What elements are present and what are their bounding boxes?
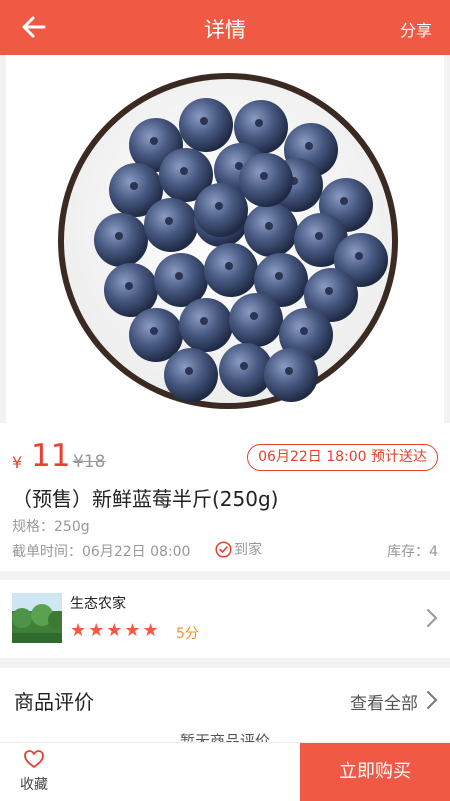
blueberry-crown [165, 217, 173, 225]
blueberry-crown [340, 197, 348, 205]
bottom-bar: 收藏 立即购买 [0, 742, 450, 801]
currency-symbol: ¥ [12, 453, 23, 472]
check-circle-icon [215, 541, 232, 558]
blueberry [264, 348, 318, 402]
blueberry-crown [265, 222, 273, 230]
blueberry-crown [125, 282, 133, 290]
blueberry-crown [150, 327, 158, 335]
blueberry-crown [315, 232, 323, 240]
blueberry-crown [130, 182, 138, 190]
blueberry-crown [240, 362, 248, 370]
blueberry [194, 183, 248, 237]
blueberry-crown [250, 312, 258, 320]
blueberry-crown [325, 287, 333, 295]
blueberry [239, 153, 293, 207]
blueberry-crown [355, 252, 363, 260]
product-name: （预售）新鲜蓝莓半斤(250g) [12, 487, 279, 511]
heart-icon [24, 750, 44, 768]
store-name: 生态农家 [70, 596, 126, 612]
see-all-reviews-link[interactable]: 查看全部 [350, 689, 418, 714]
product-info: ¥ 11 ¥18 06月22日 18:00 预计送达 （预售）新鲜蓝莓半斤(25… [0, 423, 450, 571]
delivery-mode-label: 到家 [234, 542, 262, 558]
favorite-button[interactable]: 收藏 [14, 749, 54, 794]
top-bar: 详情 分享 [0, 0, 450, 55]
rating-score: 5分 [176, 626, 199, 642]
price: 11 [31, 438, 71, 474]
blueberry-crown [200, 117, 208, 125]
blueberry-crown [255, 119, 263, 127]
cutoff-time: 截单时间：06月22日 08:00 [12, 544, 191, 560]
blueberry-crown [215, 202, 223, 210]
reviews-title: 商品评价 [14, 690, 94, 714]
blueberry-crown [275, 272, 283, 280]
product-spec: 规格：250g [12, 519, 90, 535]
delivery-mode: 到家 [215, 539, 262, 559]
favorite-label: 收藏 [20, 777, 48, 793]
blueberry-crown [200, 317, 208, 325]
blueberry-crown [180, 167, 188, 175]
blueberry [94, 213, 148, 267]
blueberry [164, 348, 218, 402]
delivery-badge: 06月22日 18:00 预计送达 [247, 444, 438, 471]
rating-stars: ★★★★★ [70, 620, 161, 641]
blueberry-crown [115, 232, 123, 240]
chevron-right-icon [427, 609, 438, 627]
blueberry-crown [305, 142, 313, 150]
blueberry-crown [185, 367, 193, 375]
blueberry [244, 203, 298, 257]
blueberry-crown [260, 172, 268, 180]
stock: 库存：4 [387, 544, 438, 560]
blueberry-crown [285, 367, 293, 375]
blueberry [179, 298, 233, 352]
blueberry-crown [150, 137, 158, 145]
blueberry-crown [300, 327, 308, 335]
product-image[interactable] [6, 55, 444, 423]
blueberry [179, 98, 233, 152]
blueberry [204, 243, 258, 297]
original-price: ¥18 [73, 452, 106, 472]
blueberry-crown [175, 272, 183, 280]
buy-now-button[interactable]: 立即购买 [300, 743, 450, 801]
share-button[interactable]: 分享 [400, 17, 432, 41]
page-title: 详情 [204, 18, 246, 42]
blueberry-crown [225, 262, 233, 270]
store-row[interactable]: 生态农家 ★★★★★ 5分 [0, 580, 450, 658]
blueberry-bowl-image [58, 73, 398, 409]
store-avatar [12, 593, 62, 643]
blueberry [229, 293, 283, 347]
chevron-right-icon[interactable] [426, 690, 438, 710]
blueberry [144, 198, 198, 252]
